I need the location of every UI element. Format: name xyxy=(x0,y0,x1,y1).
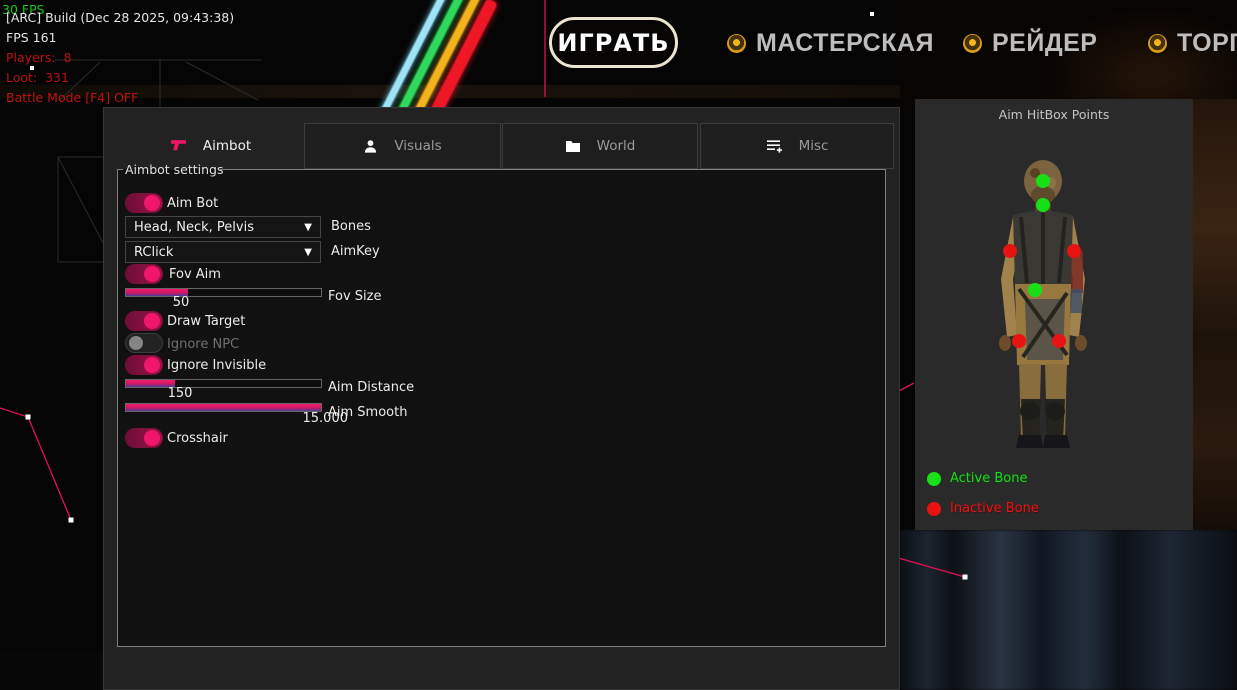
bones-dropdown-value: Head, Neck, Pelvis xyxy=(134,220,304,235)
aim-distance-value: 150 xyxy=(140,386,220,401)
play-button[interactable]: ИГРАТЬ xyxy=(549,17,678,68)
aim-distance-label: Aim Distance xyxy=(328,380,414,395)
tab-label: Visuals xyxy=(394,138,441,154)
bone-dot-pelvis xyxy=(1028,283,1042,297)
hitbox-panel-title: Aim HitBox Points xyxy=(915,107,1193,122)
game-fps: FPS 161 xyxy=(6,30,57,45)
fov-size-label: Fov Size xyxy=(328,289,381,304)
bones-dropdown[interactable]: Head, Neck, Pelvis ▼ xyxy=(125,216,321,238)
groupbox-title: Aimbot settings xyxy=(125,162,224,177)
loot-count: Loot: 331 xyxy=(6,70,69,85)
game-screen: 30 FPS [ARC] Build (Dec 28 2025, 09:43:3… xyxy=(0,0,1237,690)
bone-dot-head xyxy=(1036,174,1050,188)
bone-dot-left-thigh xyxy=(1012,334,1026,348)
tab-misc[interactable]: Misc xyxy=(700,123,894,169)
legend-active-bone: Active Bone xyxy=(927,471,1027,486)
fov-aim-toggle[interactable] xyxy=(125,264,163,284)
hitbox-panel: Aim HitBox Points xyxy=(915,99,1193,530)
crosshair-label: Crosshair xyxy=(167,431,228,446)
ignore-npc-label: Ignore NPC xyxy=(167,337,239,352)
draw-target-label: Draw Target xyxy=(167,314,245,329)
legend-inactive-bone: Inactive Bone xyxy=(927,501,1039,516)
coin-icon xyxy=(1148,34,1167,53)
players-count: Players: 8 xyxy=(6,50,72,65)
aimkey-label: AimKey xyxy=(331,244,380,259)
menu-item-trader[interactable]: ТОРГО xyxy=(1148,28,1237,58)
menu-item-label: РЕЙДЕР xyxy=(992,29,1097,58)
tab-label: Misc xyxy=(799,138,829,154)
toggle-knob xyxy=(144,266,160,282)
tab-label: World xyxy=(597,138,636,154)
scene-background xyxy=(1193,99,1237,530)
battle-mode-status: Battle Mode [F4] OFF xyxy=(6,90,138,105)
aimkey-dropdown[interactable]: RClick ▼ xyxy=(125,241,321,263)
ignore-invisible-label: Ignore Invisible xyxy=(167,358,266,373)
fov-size-value: 50 xyxy=(141,295,221,310)
groupbox-border xyxy=(220,169,886,170)
bone-dot-right-thigh xyxy=(1052,334,1066,348)
draw-target-toggle[interactable] xyxy=(125,311,163,331)
ignore-npc-toggle[interactable] xyxy=(125,333,163,353)
menu-item-label: ТОРГО xyxy=(1177,29,1237,58)
toggle-knob xyxy=(144,357,160,373)
inactive-bone-dot-icon xyxy=(927,502,941,516)
toggle-knob xyxy=(129,336,143,350)
bones-label: Bones xyxy=(331,219,371,234)
bone-dot-right-shoulder xyxy=(1067,244,1081,258)
active-bone-dot-icon xyxy=(927,472,941,486)
groupbox-border xyxy=(117,169,123,170)
toggle-knob xyxy=(144,430,160,446)
bone-dot-left-shoulder xyxy=(1003,244,1017,258)
folder-icon xyxy=(565,139,581,153)
scene-background xyxy=(0,650,103,690)
chevron-down-icon: ▼ xyxy=(304,247,312,258)
toggle-knob xyxy=(144,313,160,329)
filter-plus-icon xyxy=(766,139,783,154)
menu-item-raider[interactable]: РЕЙДЕР xyxy=(963,28,1097,58)
fov-aim-label: Fov Aim xyxy=(169,267,221,282)
scene-background xyxy=(900,530,1237,690)
chevron-down-icon: ▼ xyxy=(304,222,312,233)
aim-smooth-value: 15.000 xyxy=(268,411,348,426)
build-info: [ARC] Build (Dec 28 2025, 09:43:38) xyxy=(6,10,234,25)
aimkey-dropdown-value: RClick xyxy=(134,245,304,260)
toggle-knob xyxy=(144,195,160,211)
menu-item-label: МАСТЕРСКАЯ xyxy=(756,29,934,58)
aim-bot-toggle[interactable] xyxy=(125,193,163,213)
cheat-menu-panel: Aimbot Visuals World Misc xyxy=(103,107,900,690)
pistol-icon xyxy=(170,139,187,153)
menu-item-workshop[interactable]: МАСТЕРСКАЯ xyxy=(727,28,934,58)
legend-label: Active Bone xyxy=(950,471,1027,486)
person-icon xyxy=(363,139,378,154)
aim-bot-label: Aim Bot xyxy=(167,196,218,211)
coin-icon xyxy=(727,34,746,53)
play-button-label: ИГРАТЬ xyxy=(557,29,669,57)
bone-dot-neck xyxy=(1036,198,1050,212)
tab-visuals[interactable]: Visuals xyxy=(304,123,501,169)
coin-icon xyxy=(963,34,982,53)
tab-world[interactable]: World xyxy=(502,123,698,169)
crosshair-toggle[interactable] xyxy=(125,428,163,448)
slider-fill xyxy=(126,404,321,411)
legend-label: Inactive Bone xyxy=(950,501,1039,516)
tab-label: Aimbot xyxy=(203,138,251,154)
ignore-invisible-toggle[interactable] xyxy=(125,355,163,375)
